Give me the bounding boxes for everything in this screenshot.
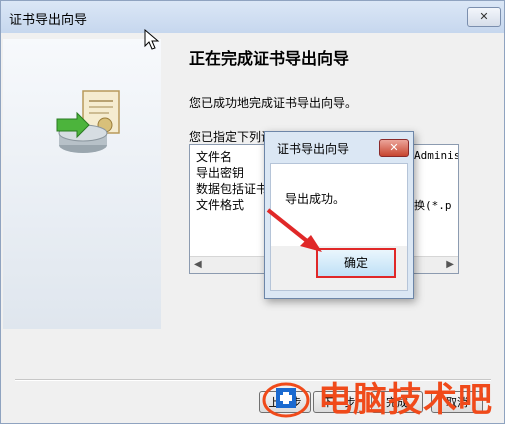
scroll-right-icon[interactable]: ▶ [446, 259, 454, 270]
list-item: 文件格式 [196, 198, 245, 212]
wizard-window: 证书导出向导 ✕ 正在完成证书导出向导 您已成功地完成证书导出向导。 您已指定下… [0, 0, 505, 424]
list-item: 导出密钥 [196, 166, 245, 180]
watermark-logo-icon [262, 382, 310, 418]
close-button[interactable]: ✕ [467, 7, 501, 27]
list-item: 文件名 [196, 150, 233, 164]
wizard-side-panel [3, 39, 161, 329]
scroll-left-icon[interactable]: ◀ [194, 259, 202, 270]
dialog-title: 证书导出向导 [277, 142, 350, 156]
mouse-cursor-icon [144, 29, 160, 50]
list-item-value: 换(*.p [414, 199, 452, 212]
dialog-close-button[interactable]: ✕ [379, 139, 409, 157]
window-title: 证书导出向导 [9, 13, 88, 28]
watermark-text: 电脑技术吧 [318, 380, 493, 420]
page-heading: 正在完成证书导出向导 [189, 49, 350, 68]
dialog-message: 导出成功。 [285, 192, 346, 206]
success-text: 您已成功地完成证书导出向导。 [189, 96, 358, 110]
title-bar: 证书导出向导 ✕ [1, 1, 504, 33]
ok-button[interactable]: 确定 [316, 248, 396, 278]
list-item: 数据包括证书 [196, 182, 269, 196]
list-item-value: Adminis [414, 149, 459, 162]
certificate-export-icon [56, 90, 120, 153]
export-success-dialog: 证书导出向导 ✕ 导出成功。 确定 [264, 131, 414, 299]
